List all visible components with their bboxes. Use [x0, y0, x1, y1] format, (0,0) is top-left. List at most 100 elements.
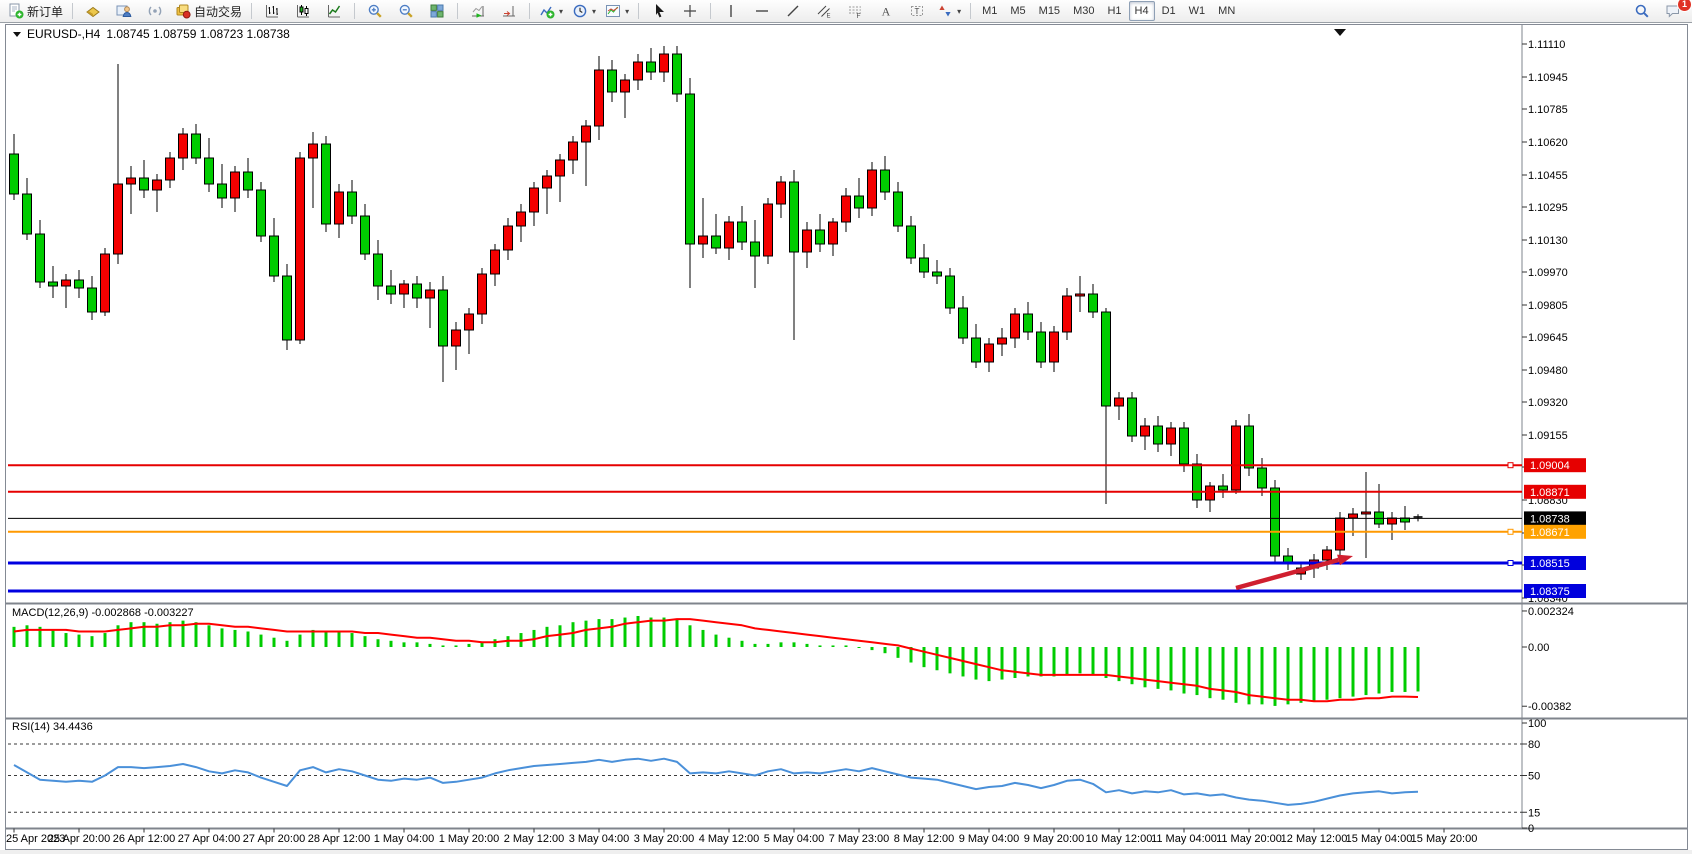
candle-body-down	[816, 230, 825, 244]
clock-icon	[572, 3, 588, 19]
price-badge-label: 1.08871	[1530, 487, 1570, 499]
candle[interactable]	[101, 248, 110, 316]
timeframe-button-h1[interactable]: H1	[1101, 1, 1127, 21]
vertical-line-button[interactable]	[716, 0, 746, 22]
arrows-button[interactable]: ▾	[933, 0, 965, 22]
macd-bar	[52, 630, 55, 647]
trendline-button[interactable]	[778, 0, 808, 22]
candle[interactable]	[1128, 392, 1137, 442]
dropdown-caret-icon[interactable]: ▾	[957, 7, 961, 16]
vline-icon	[723, 3, 739, 19]
macd-bar	[728, 638, 731, 647]
candle-body-down	[257, 190, 266, 236]
candle-body-up	[153, 180, 162, 190]
horizontal-line-button[interactable]	[747, 0, 777, 22]
line-drag-handle[interactable]	[1508, 561, 1513, 566]
candle-body-up	[1141, 426, 1150, 436]
zoom-in-button[interactable]	[360, 0, 390, 22]
time-tick-label: 2 May 12:00	[504, 833, 565, 845]
time-tick-label: 10 May 12:00	[1086, 833, 1153, 845]
timeframe-button-d1[interactable]: D1	[1156, 1, 1182, 21]
gold-box-icon	[85, 3, 101, 19]
candle[interactable]	[283, 264, 292, 350]
market-watch-button[interactable]	[78, 0, 108, 22]
macd-bar	[468, 644, 471, 647]
time-tick-label: 11 May 20:00	[1216, 833, 1282, 845]
macd-bar	[624, 618, 627, 647]
timeframe-button-h4[interactable]: H4	[1129, 1, 1155, 21]
candle-body-up	[595, 70, 604, 126]
tile-windows-icon	[429, 3, 445, 19]
macd-bar	[377, 639, 380, 647]
candle-body-up	[660, 54, 669, 72]
dropdown-caret-icon[interactable]: ▾	[625, 7, 629, 16]
macd-bar	[1391, 647, 1394, 692]
dropdown-caret-icon[interactable]: ▾	[559, 7, 563, 16]
chart-title: EURUSD-,H4 1.08745 1.08759 1.08723 1.087…	[13, 27, 290, 41]
text-label-button[interactable]: T	[902, 0, 932, 22]
candle-body-up	[1349, 514, 1358, 518]
expert-advisors-button[interactable]	[109, 0, 139, 22]
fibonacci-button[interactable]: F	[840, 0, 870, 22]
line-chart-button[interactable]	[319, 0, 349, 22]
timeframe-button-m5[interactable]: M5	[1004, 1, 1031, 21]
timeframe-button-m30[interactable]: M30	[1067, 1, 1100, 21]
candle[interactable]	[296, 152, 305, 344]
bar-chart-button[interactable]	[257, 0, 287, 22]
search-button[interactable]	[1627, 0, 1657, 22]
candle[interactable]	[673, 46, 682, 102]
bar-chart-icon	[264, 3, 280, 19]
candle-body-up	[1336, 518, 1345, 550]
signals-button[interactable]	[140, 0, 170, 22]
symbol-dropdown-icon[interactable]	[13, 32, 21, 37]
candle[interactable]	[257, 182, 266, 242]
dropdown-caret-icon[interactable]: ▾	[592, 7, 596, 16]
macd-bar	[780, 642, 783, 647]
zoom-out-button[interactable]	[391, 0, 421, 22]
line-drag-handle[interactable]	[1508, 463, 1513, 468]
indicators-button[interactable]: ▾	[535, 0, 567, 22]
new-order-button[interactable]: 新订单	[4, 0, 67, 22]
macd-bar	[1066, 647, 1069, 675]
chart-canvas[interactable]: 1.111101.109451.107851.106201.104551.102…	[0, 0, 1692, 854]
candle[interactable]	[1232, 420, 1241, 494]
auto-trading-button[interactable]: 自动交易	[171, 0, 246, 22]
equidistant-channel-button[interactable]: E	[809, 0, 839, 22]
macd-bar	[897, 647, 900, 658]
candle-chart-button[interactable]	[288, 0, 318, 22]
candle-body-down	[1258, 468, 1267, 488]
price-badge-label: 1.09004	[1530, 460, 1570, 472]
channel-icon: E	[816, 3, 832, 19]
macd-indicator-label: MACD(12,26,9) -0.002868 -0.003227	[12, 607, 194, 619]
candle[interactable]	[764, 198, 773, 264]
periods-button[interactable]: ▾	[568, 0, 600, 22]
timeframe-button-m15[interactable]: M15	[1033, 1, 1066, 21]
candle-body-down	[49, 282, 58, 286]
timeframe-button-m1[interactable]: M1	[976, 1, 1003, 21]
candle[interactable]	[322, 136, 331, 232]
candle[interactable]	[868, 162, 877, 216]
price-badge-label: 1.08515	[1530, 558, 1570, 570]
text-button[interactable]: A	[871, 0, 901, 22]
chart-shift-button[interactable]	[494, 0, 524, 22]
timeframe-button-mn[interactable]: MN	[1212, 1, 1241, 21]
candle-body-down	[972, 338, 981, 362]
candle-body-up	[530, 188, 539, 212]
line-drag-handle[interactable]	[1508, 529, 1513, 534]
macd-bar	[130, 622, 133, 647]
macd-bar	[1027, 647, 1030, 676]
macd-bar	[1014, 647, 1017, 678]
auto-scroll-button[interactable]	[463, 0, 493, 22]
crosshair-button[interactable]	[675, 0, 705, 22]
cursor-button[interactable]	[644, 0, 674, 22]
templates-button[interactable]: ▾	[601, 0, 633, 22]
arrows-icon	[937, 3, 953, 19]
timeframe-button-w1[interactable]: W1	[1183, 1, 1212, 21]
tile-windows-button[interactable]	[422, 0, 452, 22]
candle[interactable]	[1063, 288, 1072, 340]
candle-body-up	[1206, 486, 1215, 500]
time-tick-label: 7 May 23:00	[829, 833, 890, 845]
candle-body-up	[1115, 398, 1124, 406]
candle-body-up	[985, 344, 994, 362]
chat-button[interactable]: 1	[1658, 0, 1688, 22]
